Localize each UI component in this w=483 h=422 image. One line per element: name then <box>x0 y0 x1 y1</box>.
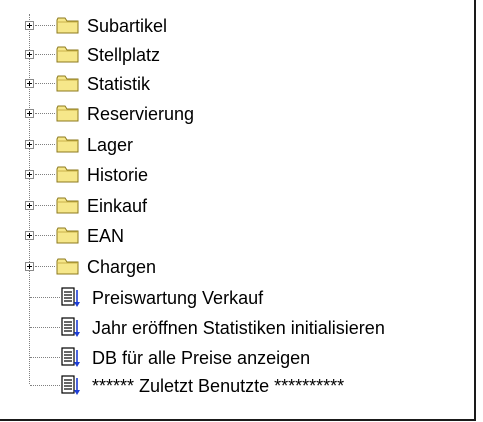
tree-connector <box>30 327 60 328</box>
document-list-icon <box>61 375 80 395</box>
tree-connector <box>35 54 55 55</box>
folder-icon <box>56 46 79 63</box>
tree-node-subartikel[interactable]: Subartikel <box>0 12 470 40</box>
tree-connector <box>35 174 55 175</box>
folder-icon <box>56 258 79 275</box>
expand-toggle[interactable] <box>25 262 34 271</box>
tree-node-statistik[interactable]: Statistik <box>0 70 470 98</box>
expand-toggle[interactable] <box>25 140 34 149</box>
tree-node-historie[interactable]: Historie <box>0 161 470 189</box>
tree-connector <box>30 357 60 358</box>
node-label: Reservierung <box>87 104 195 124</box>
node-label: Historie <box>87 165 149 185</box>
expand-toggle[interactable] <box>25 50 34 59</box>
node-label: Subartikel <box>87 16 168 36</box>
tree-connector <box>35 235 55 236</box>
expand-toggle[interactable] <box>25 109 34 118</box>
folder-icon <box>56 166 79 183</box>
node-label: Chargen <box>87 257 157 277</box>
tree-item-db-preise[interactable]: DB für alle Preise anzeigen <box>0 344 470 372</box>
document-list-icon <box>61 287 80 307</box>
tree-node-lager[interactable]: Lager <box>0 131 470 159</box>
node-label: Jahr eröffnen Statistiken initialisieren <box>92 318 385 338</box>
document-list-icon <box>61 317 80 337</box>
tree-connector <box>35 113 55 114</box>
node-label: Einkauf <box>87 196 148 216</box>
tree-connector <box>35 144 55 145</box>
expand-toggle[interactable] <box>25 170 34 179</box>
tree-item-zuletzt-benutzte[interactable]: ****** Zuletzt Benutzte ********** <box>0 372 470 400</box>
folder-icon <box>56 17 79 34</box>
tree-connector <box>30 297 60 298</box>
tree-node-ean[interactable]: EAN <box>0 222 470 250</box>
tree-connector <box>35 205 55 206</box>
tree-connector <box>35 83 55 84</box>
folder-icon <box>56 105 79 122</box>
tree-connector <box>35 25 55 26</box>
tree-node-einkauf[interactable]: Einkauf <box>0 192 470 220</box>
node-label: ****** Zuletzt Benutzte ********** <box>92 376 345 396</box>
node-label: EAN <box>87 226 125 246</box>
folder-icon <box>56 75 79 92</box>
expand-toggle[interactable] <box>25 79 34 88</box>
folder-icon <box>56 227 79 244</box>
folder-icon <box>56 136 79 153</box>
expand-toggle[interactable] <box>25 201 34 210</box>
node-label: Statistik <box>87 74 151 94</box>
node-label: DB für alle Preise anzeigen <box>92 348 311 368</box>
tree-node-reservierung[interactable]: Reservierung <box>0 100 470 128</box>
tree-node-chargen[interactable]: Chargen <box>0 253 470 281</box>
folder-icon <box>56 197 79 214</box>
expand-toggle[interactable] <box>25 231 34 240</box>
tree-connector <box>35 266 55 267</box>
tree-view[interactable]: Subartikel Stellplatz Statistik Reservie… <box>0 0 476 421</box>
tree-node-stellplatz[interactable]: Stellplatz <box>0 41 470 69</box>
document-list-icon <box>61 347 80 367</box>
node-label: Preiswartung Verkauf <box>92 288 264 308</box>
tree-connector <box>30 385 60 386</box>
tree-item-jahr-eroeffnen[interactable]: Jahr eröffnen Statistiken initialisieren <box>0 314 470 342</box>
expand-toggle[interactable] <box>25 21 34 30</box>
node-label: Stellplatz <box>87 45 161 65</box>
node-label: Lager <box>87 135 134 155</box>
tree-item-preiswartung-verkauf[interactable]: Preiswartung Verkauf <box>0 284 470 312</box>
